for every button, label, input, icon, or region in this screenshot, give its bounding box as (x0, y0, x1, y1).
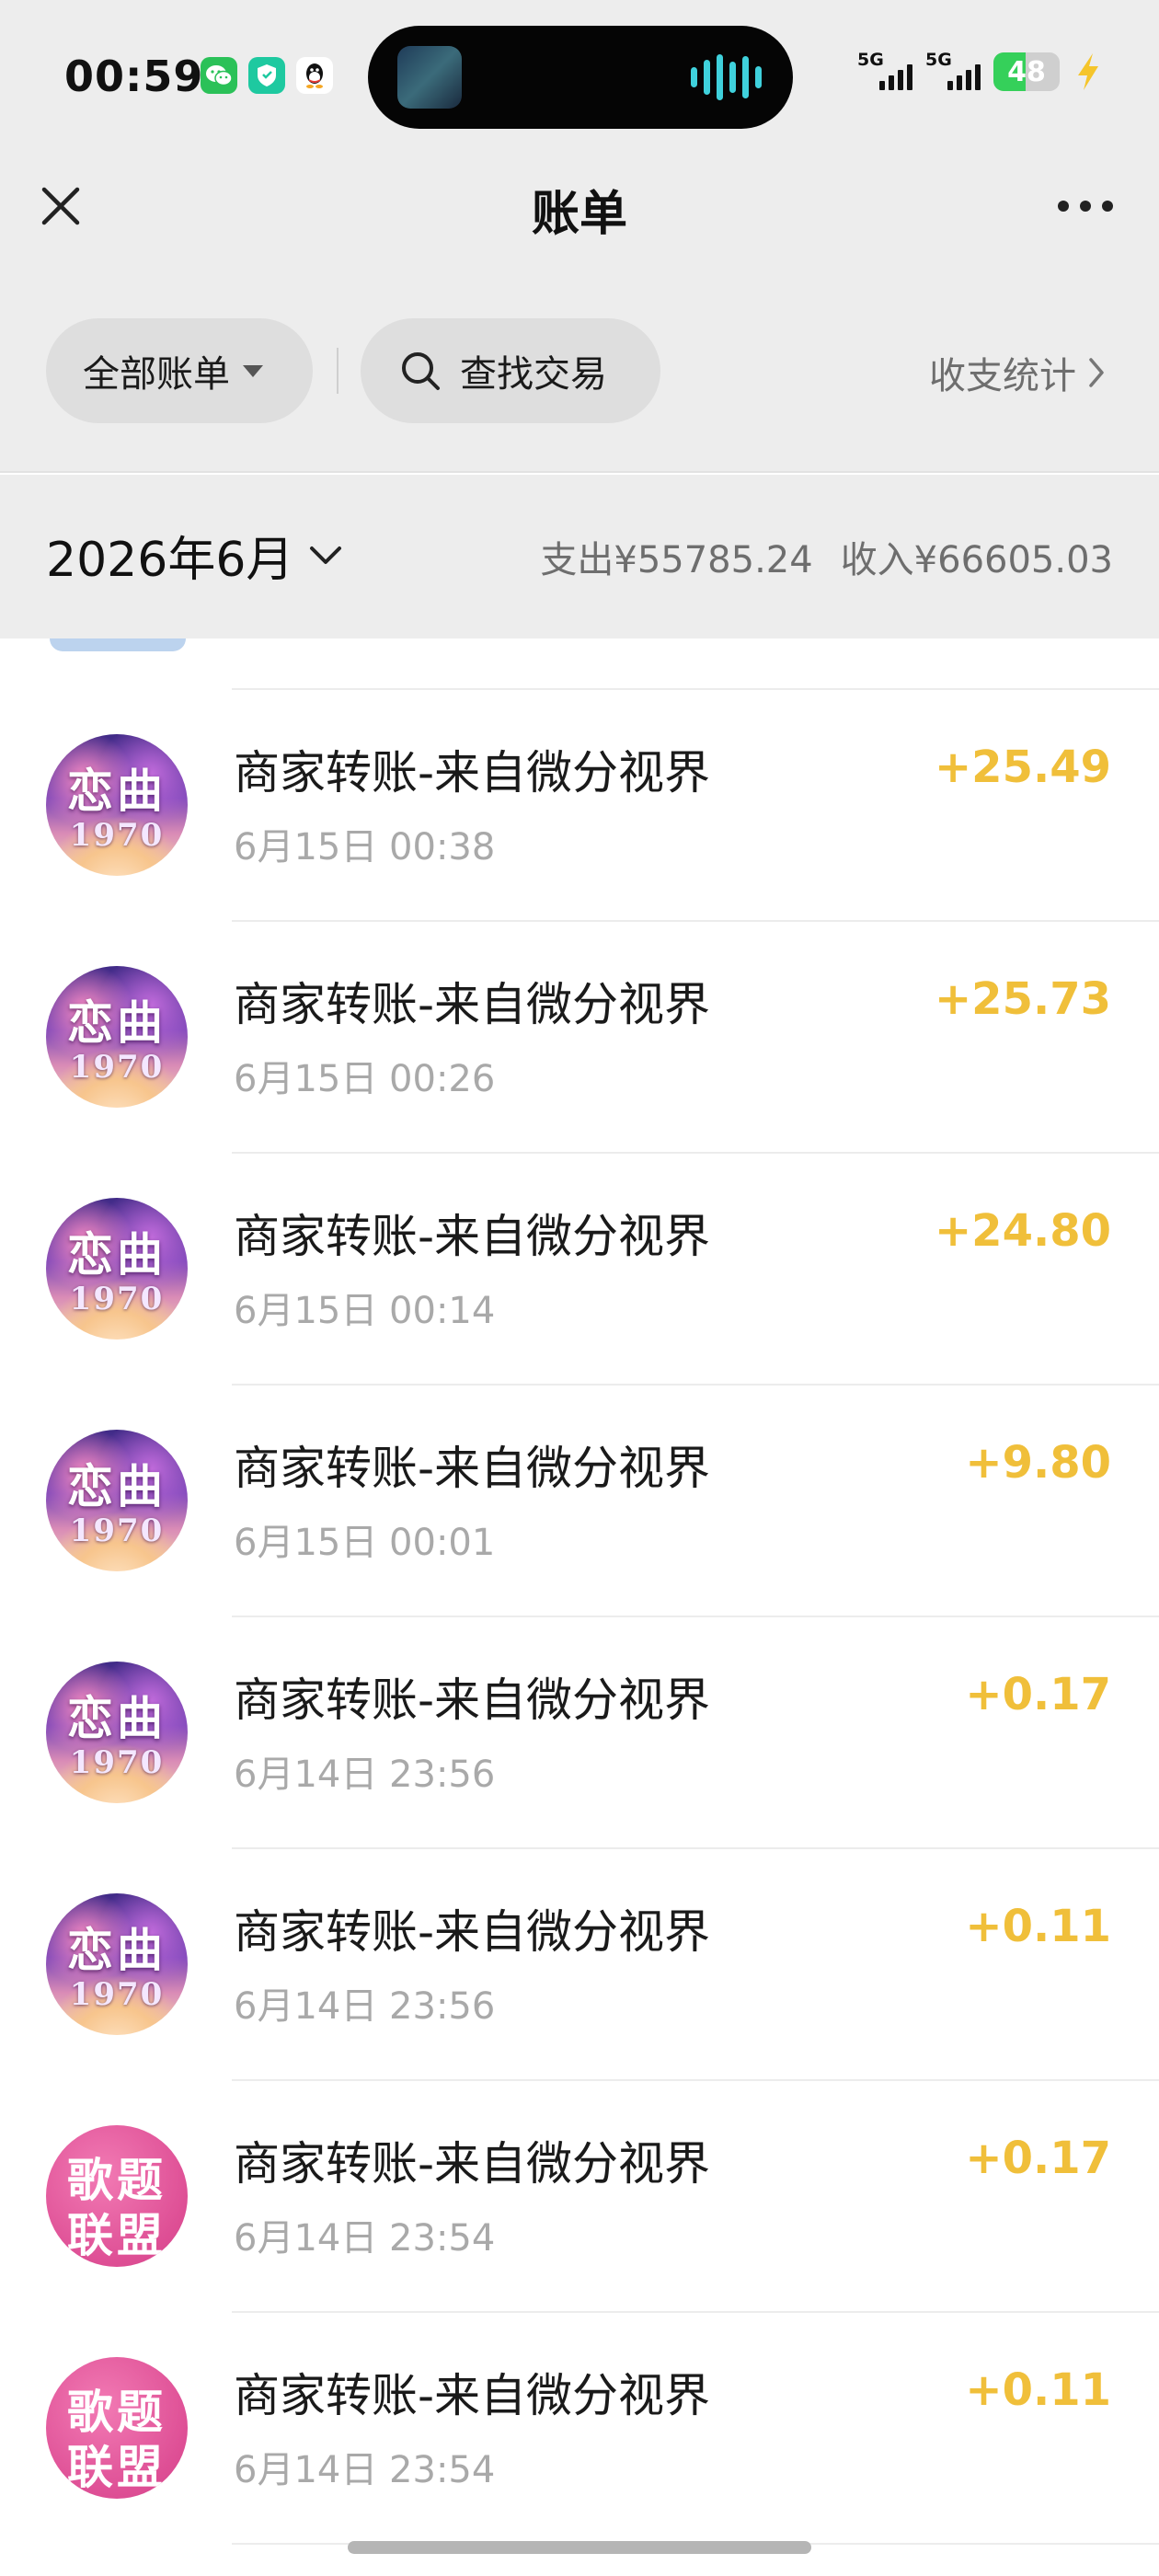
transaction-time: 6月15日 00:01 (234, 1522, 496, 1564)
transaction-row[interactable]: 恋曲 1970 商家转账-来自微分视界 6月14日 23:56 +0.11 (0, 1849, 1159, 2081)
bill-screen: 00:59 5G 5G 48 账单 全部账单 查找交易 收支统计 2026年6月… (0, 0, 1159, 2576)
chevron-down-icon (310, 546, 342, 564)
transaction-title: 商家转账-来自微分视界 (234, 1442, 711, 1495)
transaction-amount: +25.49 (934, 742, 1111, 793)
income-expense-stats-link[interactable]: 收支统计 (929, 346, 1106, 399)
chevron-right-icon (1089, 358, 1104, 387)
transaction-row[interactable]: 歌题 联盟 商家转账-来自微分视界 6月14日 23:54 +0.11 (0, 2313, 1159, 2545)
avatar-text-top: 恋曲 (67, 1691, 166, 1745)
transaction-time: 6月15日 00:26 (234, 1058, 496, 1100)
transaction-row[interactable]: 歌题 联盟 商家转账-来自微分视界 6月14日 23:54 +0.17 (0, 2081, 1159, 2313)
avatar (50, 638, 186, 651)
signal-icon-2: 5G (925, 50, 981, 92)
avatar: 恋曲 1970 (46, 1893, 188, 2035)
transaction-row[interactable]: 恋曲 1970 商家转账-来自微分视界 6月15日 00:38 +25.49 (0, 690, 1159, 922)
transaction-amount: +0.11 (965, 2364, 1111, 2416)
month-totals: 支出¥55785.24 收入¥66605.03 (540, 530, 1113, 583)
avatar-text-bottom: 1970 (69, 1976, 165, 2013)
stats-label: 收支统计 (929, 355, 1076, 397)
transaction-row[interactable]: 恋曲 1970 商家转账-来自微分视界 6月15日 00:26 +25.73 (0, 922, 1159, 1154)
month-summary-bar: 2026年6月 支出¥55785.24 收入¥66605.03 (0, 475, 1159, 638)
avatar-text-bottom: 联盟 (67, 2440, 166, 2494)
now-playing-thumbnail (397, 46, 462, 109)
avatar: 恋曲 1970 (46, 966, 188, 1108)
transaction-amount: +24.80 (934, 1205, 1111, 1257)
signal-icon-1: 5G (857, 50, 912, 92)
transaction-time: 6月15日 00:38 (234, 826, 496, 868)
caret-down-icon (243, 364, 263, 377)
avatar-text-bottom: 1970 (69, 1281, 165, 1317)
avatar-text-top: 恋曲 (67, 995, 166, 1050)
transaction-row[interactable]: 恋曲 1970 商家转账-来自微分视界 6月15日 00:14 +24.80 (0, 1154, 1159, 1386)
status-time: 00:59 (64, 52, 204, 101)
month-label: 2026年6月 (46, 533, 294, 588)
wechat-icon (201, 57, 237, 94)
divider (337, 348, 339, 394)
avatar-text-bottom: 1970 (69, 1744, 165, 1781)
all-bills-filter[interactable]: 全部账单 (46, 318, 313, 423)
month-selector[interactable]: 2026年6月 (46, 521, 343, 590)
page-title: 账单 (531, 187, 627, 242)
transaction-time: 6月15日 00:14 (234, 1290, 496, 1332)
transaction-time: 6月14日 23:56 (234, 1985, 496, 2028)
avatar-text-bottom: 1970 (69, 1049, 165, 1086)
search-label: 查找交易 (460, 353, 607, 396)
battery-icon: 48 (993, 52, 1060, 91)
income-total: 收入¥66605.03 (840, 539, 1113, 581)
charging-bolt-icon (1078, 53, 1098, 90)
transaction-row[interactable]: 恋曲 1970 商家转账-来自微分视界 6月14日 23:56 +0.17 (0, 1617, 1159, 1849)
transaction-title: 商家转账-来自微分视界 (234, 746, 711, 799)
more-dot (1102, 201, 1113, 212)
qq-penguin-icon (296, 57, 333, 94)
transaction-time: 6月14日 23:54 (234, 2449, 496, 2491)
transaction-title: 商家转账-来自微分视界 (234, 1210, 711, 1263)
transaction-title: 商家转账-来自微分视界 (234, 2369, 711, 2422)
all-bills-label: 全部账单 (83, 353, 230, 396)
battery-percent: 48 (1007, 55, 1046, 88)
avatar-text-top: 恋曲 (67, 1923, 166, 1977)
status-app-icons (201, 57, 333, 94)
status-bar: 00:59 5G 5G 48 (0, 0, 1159, 147)
avatar: 恋曲 1970 (46, 1430, 188, 1571)
search-icon (402, 352, 440, 390)
transaction-amount: +0.17 (965, 2133, 1111, 2184)
transaction-title: 商家转账-来自微分视界 (234, 1673, 711, 1727)
avatar: 歌题 联盟 (46, 2125, 188, 2267)
avatar-text-bottom: 1970 (69, 817, 165, 854)
transaction-amount: +0.11 (965, 1901, 1111, 1952)
dynamic-island[interactable] (368, 26, 793, 129)
avatar-text-top: 恋曲 (67, 1459, 166, 1513)
avatar: 恋曲 1970 (46, 1662, 188, 1803)
home-indicator[interactable] (348, 2541, 811, 2554)
transaction-time: 6月14日 23:54 (234, 2217, 496, 2260)
transaction-title: 商家转账-来自微分视界 (234, 1905, 711, 1959)
nav-header: 账单 (0, 147, 1159, 267)
transaction-row[interactable]: 恋曲 1970 商家转账-来自微分视界 6月15日 00:01 +9.80 (0, 1386, 1159, 1617)
transaction-amount: +0.17 (965, 1669, 1111, 1720)
transaction-title: 商家转账-来自微分视界 (234, 978, 711, 1031)
more-dots-icon (1058, 201, 1069, 212)
transaction-amount: +9.80 (965, 1437, 1111, 1489)
avatar-text-bottom: 联盟 (67, 2208, 166, 2262)
expense-total: 支出¥55785.24 (540, 539, 813, 581)
more-button[interactable] (1049, 180, 1122, 232)
avatar-text-bottom: 1970 (69, 1512, 165, 1549)
transaction-title: 商家转账-来自微分视界 (234, 2137, 711, 2191)
status-indicators: 5G 5G 48 (857, 50, 1104, 92)
transaction-time: 6月14日 23:56 (234, 1754, 496, 1796)
transaction-amount: +25.73 (934, 973, 1111, 1025)
audio-wave-icon (691, 53, 762, 101)
more-dot (1080, 201, 1091, 212)
shield-app-icon (248, 57, 285, 94)
filter-bar: 全部账单 查找交易 收支统计 (0, 267, 1159, 473)
avatar: 恋曲 1970 (46, 1198, 188, 1340)
search-transactions-button[interactable]: 查找交易 (361, 318, 660, 423)
avatar-text-top: 恋曲 (67, 764, 166, 818)
avatar: 歌题 联盟 (46, 2357, 188, 2499)
avatar-text-top: 恋曲 (67, 1227, 166, 1282)
avatar: 恋曲 1970 (46, 734, 188, 876)
